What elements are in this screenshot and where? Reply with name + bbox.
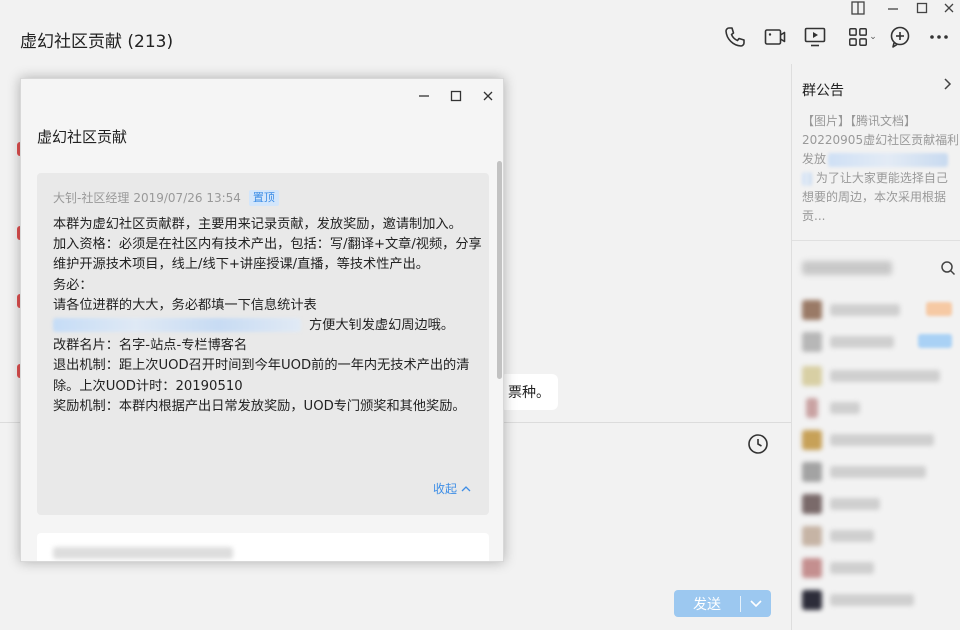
notice-link-line: 方便大钊发虚幻周边哦。 xyxy=(53,316,483,336)
group-info-panel: 群公告 【图片】【腾讯文档】 20220905虚幻社区贡献福利 发放 为了让大家… xyxy=(792,64,960,630)
chevron-down-icon: ⌄ xyxy=(869,32,877,42)
notice-meta-redacted xyxy=(53,547,233,559)
member-item[interactable] xyxy=(802,398,952,418)
search-icon[interactable] xyxy=(940,260,956,276)
chat-message-bubble: 票种。 xyxy=(500,374,558,410)
member-item[interactable] xyxy=(802,590,952,610)
apps-icon[interactable]: ⌄ xyxy=(842,22,882,52)
add-member-icon[interactable] xyxy=(885,22,915,52)
group-notice-window: 虚幻社区贡献 大钊-社区经理 2019/07/26 13:54 置顶 本群为虚幻… xyxy=(20,78,504,562)
notice-line-prefix: 发放 xyxy=(802,152,827,166)
scrollbar[interactable] xyxy=(497,161,502,379)
panel-separator xyxy=(792,240,960,241)
member-name-redacted xyxy=(830,336,894,348)
collapse-button[interactable]: 收起 xyxy=(433,480,471,497)
avatar xyxy=(802,332,822,352)
member-badge xyxy=(926,302,952,316)
close-icon[interactable] xyxy=(477,85,499,107)
member-item[interactable] xyxy=(802,332,952,352)
notice-paragraph: 加入资格：必须是在社区内有技术产出，包括：写/翻译+文章/视频，分享维护开源技术… xyxy=(53,237,482,273)
pin-badge: 置顶 xyxy=(248,189,279,206)
close-icon[interactable] xyxy=(934,0,960,16)
notice-paragraph: 方便大钊发虚幻周边哦。 xyxy=(309,318,455,334)
notice-body: 本群为虚幻社区贡献群，主要用来记录贡献，发放奖励，邀请制加入。 加入资格：必须是… xyxy=(53,215,483,417)
notice-card-next xyxy=(37,533,489,561)
notice-meta: 大钊-社区经理 2019/07/26 13:54 置顶 xyxy=(53,189,279,206)
member-badge xyxy=(918,334,952,348)
phone-icon[interactable] xyxy=(720,22,750,52)
redacted-text xyxy=(802,171,812,186)
avatar xyxy=(802,526,822,546)
member-item[interactable] xyxy=(802,300,952,320)
avatar xyxy=(802,590,822,610)
member-item[interactable] xyxy=(802,494,952,514)
member-name-redacted xyxy=(830,402,860,414)
member-name-redacted xyxy=(830,594,914,606)
notice-paragraph: 改群名片：名字-站点-专栏博客名 xyxy=(53,338,248,354)
notice-paragraph: 务必： xyxy=(53,277,93,293)
member-item[interactable] xyxy=(802,430,952,450)
member-name-redacted xyxy=(830,434,934,446)
chevron-up-icon xyxy=(461,485,471,491)
maximize-icon[interactable] xyxy=(445,85,467,107)
chevron-right-icon[interactable] xyxy=(944,78,952,94)
send-button-label: 发送 xyxy=(693,596,721,613)
notice-line: 20220905虚幻社区贡献福利 xyxy=(802,133,958,147)
group-notice-title[interactable]: 群公告 xyxy=(802,80,844,100)
avatar xyxy=(802,430,822,450)
notice-paragraph: 退出机制：距上次UOD召开时间到今年UOD前的一年内无技术产出的清除。上次UOD… xyxy=(53,358,470,394)
avatar xyxy=(802,494,822,514)
minimize-icon[interactable] xyxy=(413,85,435,107)
send-button[interactable]: 发送 xyxy=(674,590,771,617)
redacted-link[interactable] xyxy=(53,318,301,333)
notice-line-blurred: 发放 xyxy=(802,150,958,169)
avatar xyxy=(802,366,822,386)
member-name-redacted xyxy=(830,530,874,542)
member-name-redacted xyxy=(830,466,926,478)
member-name-redacted xyxy=(830,498,880,510)
chat-title: 虚幻社区贡献 (213) xyxy=(20,32,174,52)
minimize-icon[interactable] xyxy=(878,0,908,16)
member-name-redacted xyxy=(830,370,940,382)
more-icon[interactable] xyxy=(924,22,954,52)
screen-share-icon[interactable] xyxy=(800,22,830,52)
pin-icon[interactable] xyxy=(843,0,873,16)
notice-paragraph: 请各位进群的大大，务必都填一下信息统计表 xyxy=(53,297,317,313)
title-bar: 虚幻社区贡献 (213) ⌄ xyxy=(0,0,960,64)
member-name-redacted xyxy=(830,304,900,316)
notice-paragraph: 奖励机制：本群内根据产出日常发放奖励，UOD专门颁奖和其他奖励。 xyxy=(53,398,466,414)
notice-timestamp: 2019/07/26 13:54 xyxy=(133,190,241,205)
notice-author: 大钊-社区经理 xyxy=(53,191,130,205)
history-clock-icon[interactable] xyxy=(746,432,770,456)
redacted-text xyxy=(828,152,949,167)
member-item[interactable] xyxy=(802,526,952,546)
member-name-redacted xyxy=(830,562,874,574)
notice-paragraph: 本群为虚幻社区贡献群，主要用来记录贡献，发放奖励，邀请制加入。 xyxy=(53,217,462,232)
avatar xyxy=(802,300,822,320)
notice-line: 为了让大家更能选择自己想要的周边，本次采用根据贡... xyxy=(802,171,948,223)
avatar xyxy=(806,398,818,418)
notice-tags: 【图片】【腾讯文档】 xyxy=(802,114,917,128)
member-item[interactable] xyxy=(802,558,952,578)
popup-title: 虚幻社区贡献 xyxy=(37,128,128,146)
maximize-icon[interactable] xyxy=(907,0,937,16)
member-item[interactable] xyxy=(802,462,952,482)
notice-card: 大钊-社区经理 2019/07/26 13:54 置顶 本群为虚幻社区贡献群，主… xyxy=(37,173,489,515)
avatar xyxy=(802,558,822,578)
video-call-icon[interactable] xyxy=(760,22,790,52)
collapse-label: 收起 xyxy=(432,482,457,496)
send-options-chevron-icon[interactable] xyxy=(741,599,771,608)
member-item[interactable] xyxy=(802,366,952,386)
members-title-redacted xyxy=(802,261,892,275)
avatar xyxy=(802,462,822,482)
group-notice-preview[interactable]: 【图片】【腾讯文档】 20220905虚幻社区贡献福利 发放 为了让大家更能选择… xyxy=(802,112,958,226)
